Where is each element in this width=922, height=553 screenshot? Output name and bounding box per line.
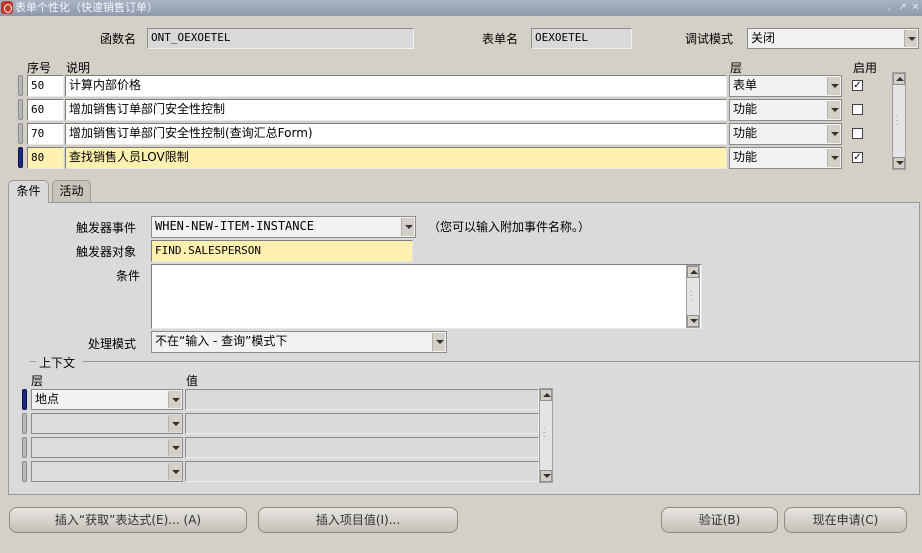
processing-mode-select[interactable]: 不在“输入 - 查询”模式下: [151, 331, 447, 353]
context-value-field[interactable]: [185, 461, 539, 482]
rule-seq[interactable]: 60: [27, 99, 64, 121]
chevron-down-icon[interactable]: [904, 30, 917, 47]
rules-scrollbar[interactable]: · · ·: [892, 72, 906, 170]
validate-button[interactable]: 验证(B): [661, 507, 778, 533]
context-level-header: 层: [31, 374, 44, 388]
rule-desc[interactable]: 增加销售订单部门安全性控制: [65, 99, 727, 121]
context-value-header: 值: [186, 374, 199, 388]
rule-enabled-checkbox[interactable]: [852, 128, 863, 139]
context-divider: [30, 361, 36, 362]
oracle-logo-icon: [1, 1, 13, 14]
tab-actions[interactable]: 活动: [52, 180, 91, 202]
context-level-select[interactable]: [31, 413, 183, 434]
seq-header: 序号: [27, 61, 52, 75]
current-row-indicator[interactable]: [18, 147, 23, 168]
row-indicator[interactable]: [18, 123, 23, 144]
rule-desc[interactable]: 查找销售人员LOV限制: [65, 147, 727, 169]
enabled-header: 启用: [853, 61, 878, 75]
condition-textarea[interactable]: [151, 264, 702, 329]
scroll-down-icon[interactable]: [687, 315, 699, 327]
scroll-grip-icon[interactable]: · · ·: [896, 114, 902, 129]
context-level-select[interactable]: [31, 461, 183, 482]
processing-mode-label: 处理模式: [88, 337, 137, 351]
form-name-label: 表单名: [482, 32, 519, 46]
rule-level-select[interactable]: 功能: [729, 123, 842, 145]
scroll-grip-icon[interactable]: · · ·: [543, 426, 549, 441]
scroll-up-icon[interactable]: [540, 389, 552, 401]
function-name-field[interactable]: ONT_OEXOETEL: [147, 28, 414, 49]
maximize-icon[interactable]: ↗: [897, 1, 908, 14]
row-indicator[interactable]: [22, 461, 27, 482]
rule-seq[interactable]: 70: [27, 123, 64, 145]
insert-item-value-button[interactable]: 插入项目值(I)...: [258, 507, 458, 533]
context-value-field[interactable]: [185, 413, 539, 434]
debug-mode-select[interactable]: 关闭: [747, 28, 919, 49]
rule-seq[interactable]: 50: [27, 75, 64, 97]
scroll-down-icon[interactable]: [540, 470, 552, 482]
current-row-indicator[interactable]: [22, 389, 27, 410]
context-scrollbar[interactable]: · · ·: [539, 388, 553, 483]
trigger-hint: （您可以输入附加事件名称。）: [428, 220, 591, 234]
chevron-down-icon[interactable]: [168, 415, 181, 432]
rule-level-value: 功能: [733, 102, 758, 116]
context-level-select[interactable]: [31, 437, 183, 458]
rule-level-select[interactable]: 功能: [729, 99, 842, 121]
form-name-field[interactable]: OEXOETEL: [531, 28, 632, 49]
title-bar: 表单个性化（快速销售订单） ⸝ ↗ ✕: [0, 0, 922, 16]
rule-level-value: 功能: [733, 126, 758, 140]
debug-mode-value: 关闭: [751, 31, 776, 45]
trigger-event-value: WHEN-NEW-ITEM-INSTANCE: [155, 219, 314, 233]
rule-level-select[interactable]: 功能: [729, 147, 842, 169]
trigger-object-field[interactable]: FIND.SALESPERSON: [151, 240, 413, 262]
chevron-down-icon[interactable]: [401, 218, 414, 236]
context-title: 上下文: [39, 356, 76, 370]
chevron-down-icon[interactable]: [432, 333, 445, 351]
row-indicator[interactable]: [18, 99, 23, 120]
close-icon[interactable]: ✕: [910, 1, 921, 14]
minimize-icon[interactable]: ⸝: [884, 1, 895, 14]
chevron-down-icon[interactable]: [827, 101, 840, 119]
condition-scrollbar[interactable]: · · ·: [686, 265, 700, 328]
rule-enabled-checkbox[interactable]: [852, 104, 863, 115]
chevron-down-icon[interactable]: [168, 439, 181, 456]
condition-label: 条件: [116, 269, 141, 283]
function-name-label: 函数名: [100, 32, 137, 46]
level-header: 层: [730, 61, 743, 75]
debug-mode-label: 调试模式: [685, 32, 734, 46]
trigger-event-select[interactable]: WHEN-NEW-ITEM-INSTANCE: [151, 216, 416, 238]
rule-level-value: 表单: [733, 78, 758, 92]
rule-level-select[interactable]: 表单: [729, 75, 842, 97]
chevron-down-icon[interactable]: [168, 463, 181, 480]
chevron-down-icon[interactable]: [168, 391, 181, 408]
scroll-down-icon[interactable]: [893, 157, 905, 169]
processing-mode-value: 不在“输入 - 查询”模式下: [155, 334, 288, 348]
trigger-event-label: 触发器事件: [76, 221, 137, 235]
rule-seq[interactable]: 80: [27, 147, 64, 169]
apply-now-button[interactable]: 现在申请(C): [784, 507, 907, 533]
row-indicator[interactable]: [22, 437, 27, 458]
chevron-down-icon[interactable]: [827, 77, 840, 95]
context-level-value: 地点: [35, 392, 60, 406]
window-title: 表单个性化（快速销售订单）: [15, 1, 158, 14]
rule-level-value: 功能: [733, 150, 758, 164]
insert-get-expression-button[interactable]: 插入“获取”表达式(E)... (A): [9, 507, 247, 533]
row-indicator[interactable]: [22, 413, 27, 434]
chevron-down-icon[interactable]: [827, 149, 840, 167]
context-divider: [82, 361, 920, 362]
rule-desc[interactable]: 计算内部价格: [65, 75, 727, 97]
trigger-object-label: 触发器对象: [76, 245, 137, 259]
tab-conditions[interactable]: 条件: [8, 180, 49, 203]
context-value-field[interactable]: [185, 437, 539, 458]
chevron-down-icon[interactable]: [827, 125, 840, 143]
scroll-up-icon[interactable]: [893, 73, 905, 85]
context-value-field[interactable]: [185, 389, 539, 410]
desc-header: 说明: [66, 61, 91, 75]
rule-enabled-checkbox[interactable]: ✓: [852, 80, 863, 91]
context-level-select[interactable]: 地点: [31, 389, 183, 410]
scroll-grip-icon[interactable]: · · ·: [690, 289, 696, 304]
row-indicator[interactable]: [18, 75, 23, 96]
rule-enabled-checkbox[interactable]: ✓: [852, 152, 863, 163]
rule-desc[interactable]: 增加销售订单部门安全性控制(查询汇总Form): [65, 123, 727, 145]
scroll-up-icon[interactable]: [687, 266, 699, 278]
